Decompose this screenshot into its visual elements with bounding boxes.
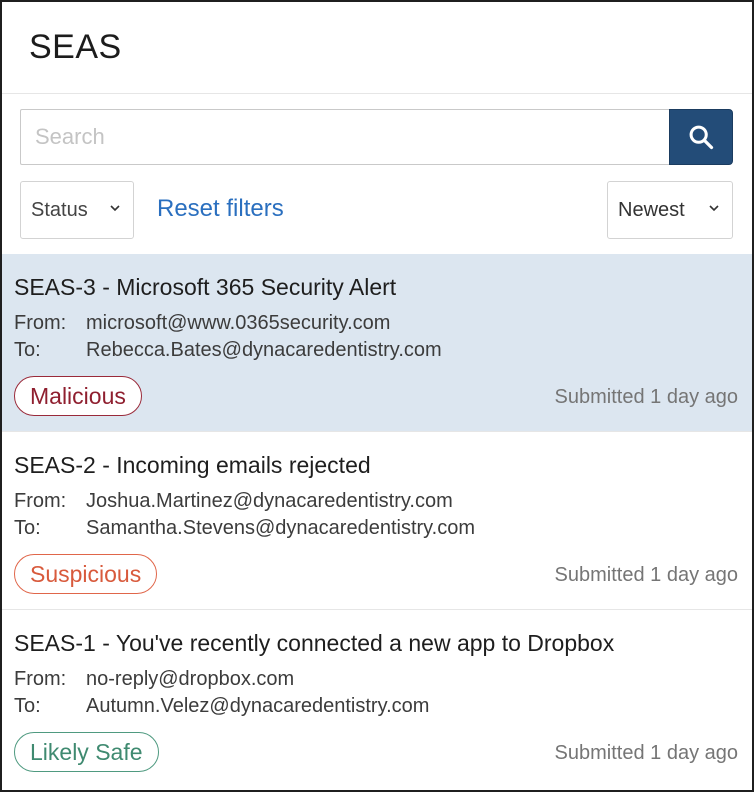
filter-bar: Status Reset filters Newest — [20, 181, 733, 239]
from-address: Joshua.Martinez@dynacaredentistry.com — [86, 490, 453, 512]
chevron-down-icon — [110, 205, 120, 212]
to-label: To: — [14, 339, 41, 361]
sort-label: Newest — [618, 198, 685, 221]
item-title: SEAS-2 - Incoming emails rejected — [14, 452, 371, 478]
to-row: To: Rebecca.Bates@dynacaredentistry.com — [14, 339, 442, 362]
from-row: From: no-reply@dropbox.com — [14, 668, 294, 691]
search-button[interactable] — [669, 109, 733, 165]
page-header: SEAS — [2, 2, 752, 94]
reset-filters-link[interactable]: Reset filters — [157, 195, 284, 223]
list-item[interactable]: SEAS-2 - Incoming emails rejected From: … — [2, 432, 752, 610]
item-title: SEAS-3 - Microsoft 365 Security Alert — [14, 274, 397, 300]
from-row: From: microsoft@www.0365security.com — [14, 312, 390, 335]
status-badge: Likely Safe — [14, 732, 159, 772]
to-row: To: Autumn.Velez@dynacaredentistry.com — [14, 695, 429, 718]
to-row: To: Samantha.Stevens@dynacaredentistry.c… — [14, 517, 475, 540]
to-address: Autumn.Velez@dynacaredentistry.com — [86, 695, 430, 717]
to-label: To: — [14, 695, 41, 717]
submission-list: SEAS-3 - Microsoft 365 Security Alert Fr… — [2, 254, 752, 788]
list-item[interactable]: SEAS-1 - You've recently connected a new… — [2, 610, 752, 788]
submitted-time: Submitted 1 day ago — [554, 742, 738, 764]
submitted-time: Submitted 1 day ago — [554, 564, 738, 586]
from-row: From: Joshua.Martinez@dynacaredentistry.… — [14, 490, 453, 513]
search-bar — [20, 109, 733, 165]
sort-dropdown[interactable]: Newest — [607, 181, 733, 239]
page-title: SEAS — [29, 28, 122, 66]
from-label: From: — [14, 668, 67, 690]
from-address: no-reply@dropbox.com — [86, 668, 295, 690]
status-filter-dropdown[interactable]: Status — [20, 181, 134, 239]
status-badge: Malicious — [14, 376, 142, 416]
from-address: microsoft@www.0365security.com — [86, 312, 391, 334]
from-label: From: — [14, 312, 67, 334]
list-item[interactable]: SEAS-3 - Microsoft 365 Security Alert Fr… — [2, 254, 752, 432]
chevron-down-icon — [709, 205, 719, 212]
status-filter-label: Status — [31, 198, 88, 221]
to-label: To: — [14, 517, 41, 539]
to-address: Rebecca.Bates@dynacaredentistry.com — [86, 339, 442, 361]
search-input[interactable] — [20, 109, 669, 165]
to-address: Samantha.Stevens@dynacaredentistry.com — [86, 517, 476, 539]
item-title: SEAS-1 - You've recently connected a new… — [14, 630, 615, 656]
from-label: From: — [14, 490, 67, 512]
status-badge: Suspicious — [14, 554, 158, 594]
search-icon — [689, 125, 714, 150]
app-frame: SEAS Status Reset filters Newest SEAS- — [0, 0, 754, 792]
submitted-time: Submitted 1 day ago — [554, 386, 738, 408]
